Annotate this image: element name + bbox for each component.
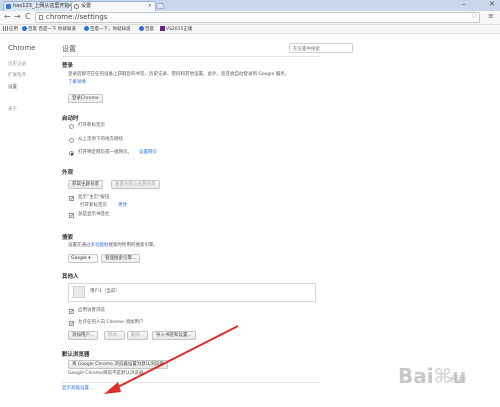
reset-theme-button[interactable]: 重置为默认主题背景: [111, 180, 160, 189]
paw-icon: [22, 26, 27, 31]
vs-icon: [160, 26, 165, 31]
reload-button[interactable]: C: [25, 12, 31, 22]
section-heading-login: 登录: [62, 63, 74, 69]
paw-icon: [139, 26, 144, 31]
forward-button[interactable]: →: [14, 12, 21, 22]
checkbox-label: 总是显示书签栏: [78, 212, 110, 217]
section-heading-search: 搜索: [62, 235, 74, 241]
home-sub-label: 打开新标签页: [80, 203, 107, 208]
section-heading-default-browser: 默认浏览器: [62, 352, 90, 358]
bookmark-baidu-home[interactable]: 百度: [139, 26, 154, 33]
apps-icon: [3, 26, 8, 31]
annotation-arrow: [104, 325, 239, 394]
chrome-menu-icon[interactable]: ≡: [488, 12, 494, 21]
show-advanced-link[interactable]: 显示高级设置...: [62, 386, 93, 392]
bookmark-vs2015[interactable]: VS2015正版: [160, 26, 192, 33]
sign-in-button[interactable]: 登录Chrome: [68, 94, 103, 103]
show-home-checkbox[interactable]: ✓: [69, 196, 74, 202]
radio-continue[interactable]: [69, 138, 74, 143]
user-name: 用户1（当前）: [90, 289, 120, 294]
tab-title: 设置: [81, 3, 92, 9]
settings-search-input[interactable]: [289, 43, 353, 53]
login-description: 登录后即可在任何设备上获取您的书签、历史记录、密码和其他设置。此外，您还会自动登…: [68, 72, 290, 77]
learn-more-link[interactable]: 了解详情: [68, 80, 86, 86]
omnibox-link[interactable]: 多功能框: [91, 243, 109, 248]
chrome-brand: Chrome: [8, 44, 36, 52]
divider: [62, 56, 320, 57]
sidebar-item-settings[interactable]: 设置: [8, 84, 17, 90]
search-description: 设置在通过多功能框搜索时所用的搜索引擎。: [68, 243, 158, 248]
tab-hao123[interactable]: hao123_上网从这里开始 ×: [3, 1, 76, 11]
bookmark-baidu-search[interactable]: 百度一下，你就知道: [84, 26, 131, 33]
page-title: 设置: [62, 45, 76, 53]
add-user-button[interactable]: 添加用户...: [68, 331, 99, 340]
default-status: Google Chrome目前不是默认浏览器。: [68, 371, 148, 376]
set-pages-link[interactable]: 设置网页: [139, 150, 157, 156]
close-window-button[interactable]: ✕: [489, 0, 495, 9]
tab-settings[interactable]: 设置 ×: [71, 1, 156, 11]
avatar-icon: [73, 286, 85, 298]
manage-search-engines-button[interactable]: 管理搜索引擎...: [101, 254, 141, 263]
sidebar-item-about[interactable]: 关于: [8, 106, 17, 112]
page-icon: [39, 15, 43, 20]
checkbox-label: 允许任何人向 Chrome 添加用户: [78, 320, 144, 325]
favicon-icon: [6, 4, 11, 9]
change-home-link[interactable]: 更改: [118, 203, 127, 209]
remove-user-button[interactable]: 删除...: [127, 331, 149, 340]
sidebar-item-extensions[interactable]: 扩展程序: [8, 72, 26, 78]
radio-specific-pages[interactable]: [69, 151, 74, 156]
section-heading-appearance: 外观: [62, 170, 74, 176]
divider: [62, 382, 320, 383]
edit-user-button[interactable]: 修改...: [104, 331, 126, 340]
make-default-button[interactable]: 将 Google Chrome 浏览器设置为默认浏览器: [68, 360, 168, 369]
checkbox-label: 显示"主页"按钮: [78, 195, 110, 200]
bookmark-star-icon[interactable]: ☆: [471, 12, 477, 21]
allow-add-user-checkbox[interactable]: ✓: [69, 321, 74, 327]
sidebar-item-history[interactable]: 历史记录: [8, 61, 26, 67]
radio-label: 打开新标签页: [78, 123, 105, 128]
enable-guest-checkbox[interactable]: ✓: [69, 309, 74, 315]
checkbox-label: 启用访客浏览: [78, 308, 105, 313]
radio-label: 打开特定网页或一组网页。: [78, 150, 132, 155]
watermark-text: 经验: [450, 375, 466, 384]
url-text: chrome://settings: [46, 13, 108, 21]
bookmark-apps[interactable]: 应用: [3, 26, 18, 33]
new-tab-button[interactable]: [155, 3, 165, 9]
get-themes-button[interactable]: 获取主题背景: [68, 180, 103, 189]
tab-title: hao123_上网从这里开始: [13, 3, 70, 9]
show-bookmarks-checkbox[interactable]: ✓: [69, 213, 74, 219]
back-button[interactable]: ←: [4, 12, 11, 22]
bookmark-baidu[interactable]: 百度 百度一下 你就知道: [22, 26, 76, 33]
gear-icon: [74, 4, 79, 9]
close-tab-icon[interactable]: ×: [148, 2, 152, 10]
section-heading-startup: 启动时: [62, 116, 79, 122]
search-engine-select[interactable]: Google ▾: [68, 254, 98, 263]
address-bar[interactable]: chrome://settings: [35, 12, 480, 23]
radio-label: 从上次停下的地方继续: [78, 137, 123, 142]
minimize-button[interactable]: –: [462, 0, 466, 9]
section-heading-people: 其他人: [62, 274, 79, 280]
import-bookmarks-button[interactable]: 导入书签和设置...: [152, 331, 196, 340]
radio-new-tab[interactable]: [69, 124, 74, 129]
paw-icon: [84, 26, 89, 31]
